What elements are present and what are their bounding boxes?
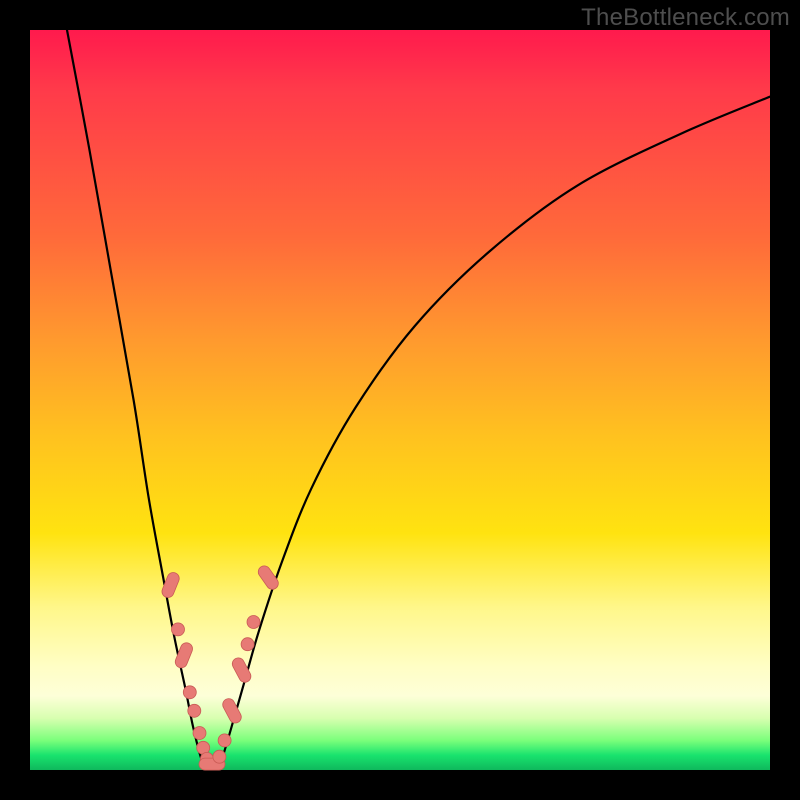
right-curve [219, 97, 770, 770]
data-marker [193, 727, 206, 740]
chart-svg [30, 30, 770, 770]
curve-layer [67, 30, 770, 770]
data-marker [241, 638, 254, 651]
data-marker [218, 734, 231, 747]
marker-layer [160, 564, 281, 771]
watermark-text: TheBottleneck.com [581, 4, 790, 32]
data-marker [188, 704, 201, 717]
data-marker [183, 686, 196, 699]
data-marker [247, 616, 260, 629]
data-marker [172, 623, 185, 636]
data-marker [213, 750, 226, 763]
outer-frame: TheBottleneck.com [0, 0, 800, 800]
